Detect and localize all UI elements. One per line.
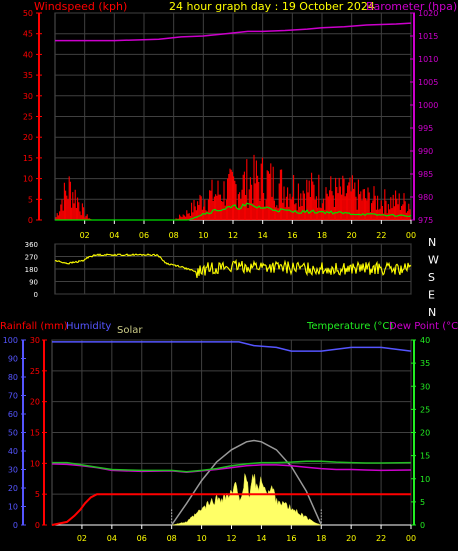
bottom-x-tick-label: 14 xyxy=(256,534,266,543)
humidity-tick-label: 10 xyxy=(8,503,18,512)
humidity-tick-label: 90 xyxy=(8,355,18,364)
wind-x-tick-label: 14 xyxy=(258,231,268,240)
dir-compass-label: N xyxy=(428,236,436,249)
baro-tick-label: 1020 xyxy=(418,9,438,18)
wind-tick-label: 50 xyxy=(23,9,33,18)
humidity-tick-label: 0 xyxy=(13,521,18,530)
wind-x-tick-label: 18 xyxy=(317,231,327,240)
wind-x-tick-label: 06 xyxy=(139,231,149,240)
temp-tick-label: 20 xyxy=(420,429,430,438)
bottom-x-tick-label: 10 xyxy=(196,534,206,543)
dir-tick-label: 360 xyxy=(25,241,38,249)
solar-legend: Solar xyxy=(117,325,143,336)
baro-tick-label: 980 xyxy=(418,193,433,202)
bottom-x-tick-label: 06 xyxy=(137,534,147,543)
bottom-x-tick-label: 16 xyxy=(286,534,296,543)
rain-tick-label: 30 xyxy=(30,336,40,345)
wind-tick-label: 25 xyxy=(23,113,33,122)
wind-x-tick-label: 00 xyxy=(406,231,416,240)
rain-tick-label: 0 xyxy=(35,521,40,530)
baro-tick-label: 1000 xyxy=(418,101,438,110)
humidity-tick-label: 70 xyxy=(8,392,18,401)
bottom-x-tick-label: 00 xyxy=(406,534,416,543)
dir-compass-label: S xyxy=(428,271,435,284)
bottom-x-tick-label: 04 xyxy=(107,534,117,543)
wind-tick-label: 20 xyxy=(23,133,33,142)
wind-tick-label: 0 xyxy=(28,216,33,225)
humidity-legend: Humidity xyxy=(66,321,111,332)
dir-compass-label: E xyxy=(428,289,435,302)
wind-tick-label: 35 xyxy=(23,71,33,80)
temp-tick-label: 40 xyxy=(420,336,430,345)
bottom-x-tick-label: 22 xyxy=(376,534,386,543)
wind-tick-label: 5 xyxy=(28,195,33,204)
rain-tick-label: 20 xyxy=(30,398,40,407)
humidity-tick-label: 60 xyxy=(8,410,18,419)
baro-tick-label: 995 xyxy=(418,124,433,133)
dir-compass-label: W xyxy=(428,254,439,267)
baro-tick-label: 975 xyxy=(418,216,433,225)
solar-area xyxy=(171,473,322,526)
rain-tick-label: 25 xyxy=(30,367,40,376)
wind-x-tick-label: 10 xyxy=(198,231,208,240)
bottom-x-tick-label: 20 xyxy=(346,534,356,543)
wind-x-tick-label: 16 xyxy=(287,231,297,240)
bottom-x-tick-label: 12 xyxy=(226,534,236,543)
rainfall-legend: Rainfall (mm) xyxy=(0,321,68,332)
windspeed-axis-title: Windspeed (kph) xyxy=(34,0,127,13)
temp-tick-label: 0 xyxy=(420,521,425,530)
baro-tick-label: 985 xyxy=(418,170,433,179)
temperature-legend: Temperature (°C) xyxy=(306,321,393,332)
barometer-axis-title: Barometer (hpa) xyxy=(366,0,457,13)
humidity-tick-label: 100 xyxy=(3,336,18,345)
dir-tick-label: 0 xyxy=(34,291,38,299)
wind-x-tick-label: 08 xyxy=(169,231,179,240)
wind-x-tick-label: 12 xyxy=(228,231,238,240)
wind-x-tick-label: 02 xyxy=(80,231,90,240)
temp-tick-label: 15 xyxy=(420,452,430,461)
baro-tick-label: 1010 xyxy=(418,55,438,64)
baro-tick-label: 990 xyxy=(418,147,433,156)
dir-tick-label: 180 xyxy=(25,266,38,274)
temp-tick-label: 5 xyxy=(420,498,425,507)
humidity-tick-label: 80 xyxy=(8,373,18,382)
dir-tick-label: 90 xyxy=(29,279,38,287)
temp-tick-label: 25 xyxy=(420,405,430,414)
dir-compass-label: N xyxy=(428,306,436,319)
wind-tick-label: 45 xyxy=(23,30,33,39)
humidity-tick-label: 50 xyxy=(8,429,18,438)
wind-x-tick-label: 22 xyxy=(376,231,386,240)
baro-tick-label: 1015 xyxy=(418,32,438,41)
chart-title: 24 hour graph day : 19 October 2024 xyxy=(169,0,375,13)
dewpoint-legend: Dew Point (°C) xyxy=(389,321,458,332)
bottom-x-tick-label: 18 xyxy=(316,534,326,543)
wind-tick-label: 15 xyxy=(23,154,33,163)
humidity-tick-label: 20 xyxy=(8,484,18,493)
wind-tick-label: 10 xyxy=(23,175,33,184)
rain-tick-label: 5 xyxy=(35,490,40,499)
rain-tick-label: 15 xyxy=(30,429,40,438)
temp-tick-label: 35 xyxy=(420,359,430,368)
dir-tick-label: 270 xyxy=(25,254,38,262)
wind-x-tick-label: 04 xyxy=(109,231,119,240)
temp-tick-label: 30 xyxy=(420,382,430,391)
temp-tick-label: 10 xyxy=(420,475,430,484)
humidity-tick-label: 30 xyxy=(8,466,18,475)
wind-x-tick-label: 20 xyxy=(347,231,357,240)
wind-tick-label: 30 xyxy=(23,92,33,101)
weather-graph: Windspeed (kph) 24 hour graph day : 19 O… xyxy=(0,0,458,543)
wind-tick-label: 40 xyxy=(23,50,33,59)
bottom-x-tick-label: 02 xyxy=(77,534,87,543)
rain-tick-label: 10 xyxy=(30,459,40,468)
humidity-tick-label: 40 xyxy=(8,447,18,456)
baro-tick-label: 1005 xyxy=(418,78,438,87)
bottom-x-tick-label: 08 xyxy=(167,534,177,543)
